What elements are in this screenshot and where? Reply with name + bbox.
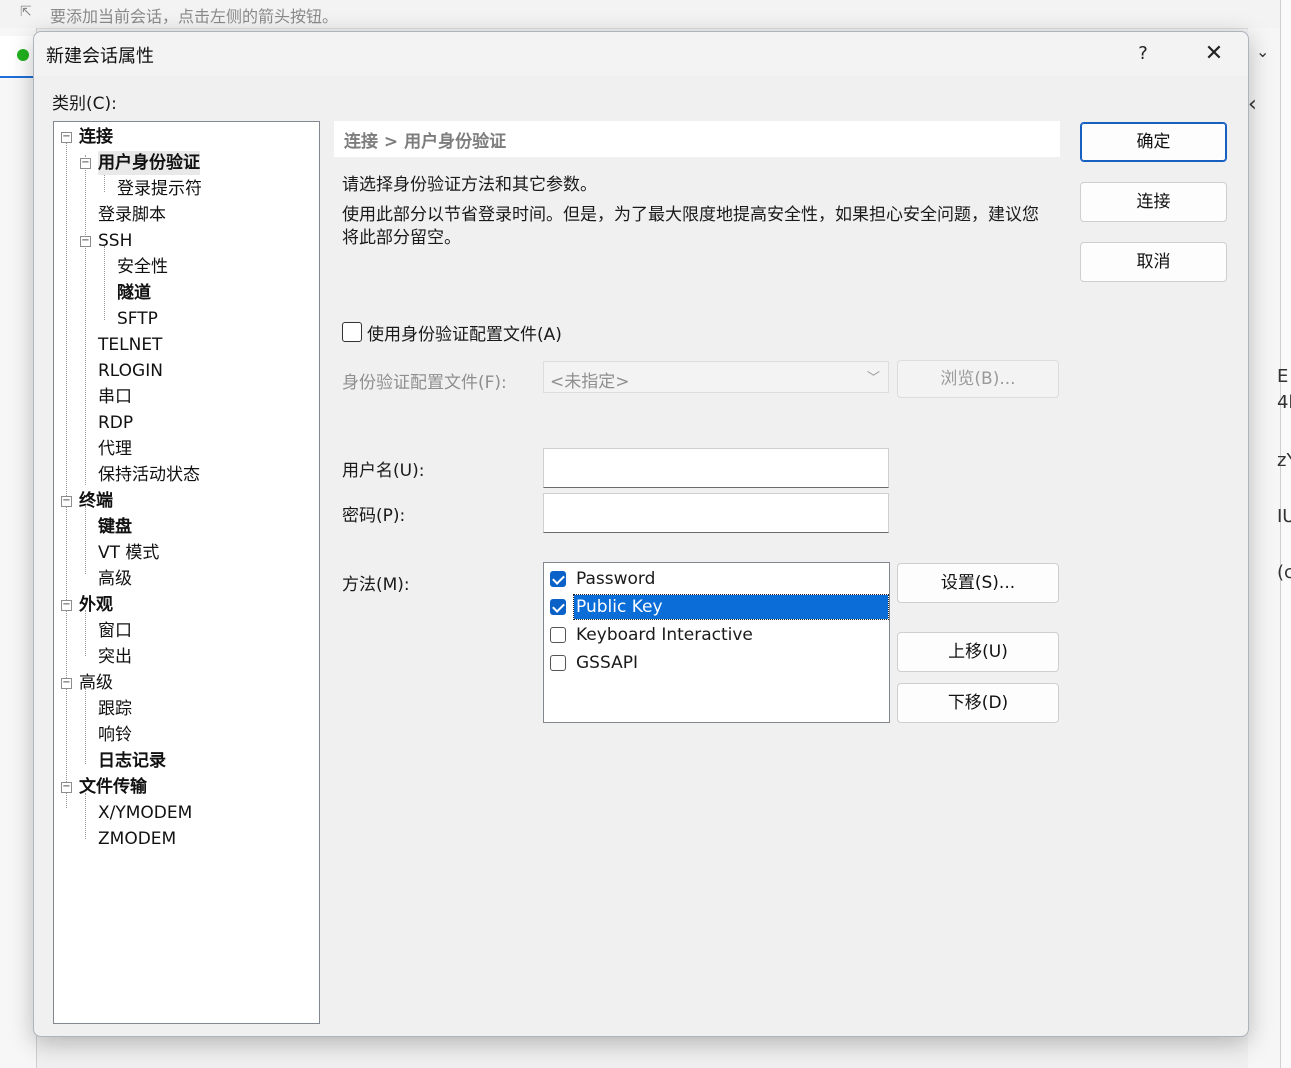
method-label: 方法(M): [342, 575, 410, 595]
cancel-button[interactable]: 取消 [1080, 242, 1227, 282]
method-item-password[interactable]: Password [544, 565, 889, 593]
description-line-1: 请选择身份验证方法和其它参数。 [342, 175, 597, 195]
method-item-label: Public Key [573, 594, 889, 620]
chevron-down-icon: ﹀ [866, 371, 880, 386]
use-auth-profile-checkbox[interactable] [342, 322, 362, 342]
ok-button[interactable]: 确定 [1080, 122, 1227, 162]
collapse-icon[interactable]: − [61, 782, 72, 793]
tree-item-appearance[interactable]: 外观 [79, 593, 113, 617]
chevron-down-icon[interactable]: ⌄ [1256, 42, 1269, 61]
tree-item-zmodem[interactable]: ZMODEM [98, 827, 176, 851]
move-down-button[interactable]: 下移(D) [897, 683, 1059, 723]
add-session-icon[interactable]: ⇱ [20, 4, 38, 22]
collapse-icon[interactable]: − [61, 496, 72, 507]
method-gssapi-checkbox[interactable] [550, 655, 566, 671]
session-hint-bar: ⇱ 要添加当前会话，点击左侧的箭头按钮。 [0, 0, 1280, 29]
collapse-icon[interactable]: − [80, 236, 91, 247]
collapse-icon[interactable]: − [61, 678, 72, 689]
breadcrumb-text: 连接 > 用户身份验证 [344, 132, 507, 152]
session-hint-text: 要添加当前会话，点击左侧的箭头按钮。 [50, 7, 339, 26]
tree-item-proxy[interactable]: 代理 [98, 437, 132, 461]
category-tree[interactable]: − − − − − − − 连接 用户身份验证 登录提示符 登录脚本 SSH 安… [53, 121, 320, 1024]
dialog-title: 新建会话属性 [46, 46, 154, 67]
tree-item-sftp[interactable]: SFTP [117, 307, 158, 331]
use-auth-profile-label[interactable]: 使用身份验证配置文件(A) [367, 320, 562, 345]
password-label: 密码(P): [342, 506, 406, 526]
help-button[interactable]: ? [1126, 38, 1160, 70]
breadcrumb: 连接 > 用户身份验证 [334, 121, 1060, 157]
collapse-icon[interactable]: − [80, 158, 91, 169]
method-item-gssapi[interactable]: GSSAPI [544, 649, 889, 677]
tree-item-security[interactable]: 安全性 [117, 255, 168, 279]
tree-item-user-authentication[interactable]: 用户身份验证 [98, 151, 200, 175]
background-text-fragment: zY [1277, 450, 1291, 471]
collapse-icon[interactable]: − [61, 132, 72, 143]
auth-profile-select: <未指定> ﹀ [543, 361, 889, 393]
method-item-keyboard-interactive[interactable]: Keyboard Interactive [544, 621, 889, 649]
collapse-icon[interactable]: − [61, 600, 72, 611]
tree-item-logging[interactable]: 日志记录 [98, 749, 166, 773]
method-item-public-key[interactable]: Public Key [544, 593, 889, 621]
auth-profile-value: <未指定> [550, 372, 630, 392]
tree-line [85, 793, 86, 839]
background-text-fragment: IU [1277, 506, 1291, 527]
connect-button[interactable]: 连接 [1080, 182, 1227, 222]
background-text-fragment: (c [1277, 562, 1291, 583]
tree-item-serial[interactable]: 串口 [98, 385, 132, 409]
tree-item-ssh[interactable]: SSH [98, 229, 132, 253]
tree-item-rlogin[interactable]: RLOGIN [98, 359, 163, 383]
tree-item-tunneling[interactable]: 隧道 [117, 281, 151, 305]
close-icon[interactable]: ✕ [1194, 38, 1234, 70]
tree-line [104, 246, 105, 320]
background-edge [1280, 0, 1291, 1068]
auth-profile-label: 身份验证配置文件(F): [342, 373, 507, 393]
username-input[interactable] [543, 448, 889, 488]
tree-line [85, 688, 86, 764]
dialog-titlebar[interactable]: 新建会话属性 ? ✕ [34, 32, 1248, 76]
tree-item-vt-mode[interactable]: VT 模式 [98, 541, 159, 565]
method-item-label: Keyboard Interactive [576, 625, 753, 645]
tree-item-keyboard[interactable]: 键盘 [98, 515, 132, 539]
username-label: 用户名(U): [342, 461, 425, 481]
chevron-left-icon[interactable]: ‹ [1248, 92, 1257, 117]
move-up-button[interactable]: 上移(U) [897, 632, 1059, 672]
auth-method-list[interactable]: Password Public Key Keyboard Interactive… [543, 562, 890, 723]
tree-line [85, 155, 86, 485]
password-input[interactable] [543, 493, 889, 533]
tree-item-advanced[interactable]: 高级 [79, 671, 113, 695]
tree-item-terminal[interactable]: 终端 [79, 489, 113, 513]
category-label: 类别(C): [52, 94, 117, 114]
description-line-2: 使用此部分以节省登录时间。但是，为了最大限度地提高安全性，如果担心安全问题，建议… [342, 205, 1039, 248]
new-session-properties-dialog: 新建会话属性 ? ✕ 类别(C): − − − − − − − 连接 用户身份验… [33, 31, 1249, 1037]
background-panel-left [0, 28, 37, 1068]
tree-item-connection[interactable]: 连接 [79, 125, 113, 149]
tree-item-xymodem[interactable]: X/YMODEM [98, 801, 192, 825]
tree-item-file-transfer[interactable]: 文件传输 [79, 775, 147, 799]
tree-item-trace[interactable]: 跟踪 [98, 697, 132, 721]
tree-item-window[interactable]: 窗口 [98, 619, 132, 643]
background-panel-right: ⌄ ‹ [1248, 28, 1281, 1068]
tree-item-telnet[interactable]: TELNET [98, 333, 162, 357]
tree-item-login-script[interactable]: 登录脚本 [98, 203, 166, 227]
background-text-fragment: 4k [1277, 392, 1291, 413]
tree-item-highlight[interactable]: 突出 [98, 645, 132, 669]
method-item-label: GSSAPI [576, 653, 638, 673]
background-text-fragment: E [1277, 366, 1289, 387]
method-item-label: Password [576, 569, 656, 589]
connection-status-icon [17, 49, 29, 61]
method-keyboard-interactive-checkbox[interactable] [550, 627, 566, 643]
method-public-key-checkbox[interactable] [550, 599, 566, 615]
browse-button: 浏览(B)... [897, 360, 1059, 398]
method-password-checkbox[interactable] [550, 571, 566, 587]
method-settings-button[interactable]: 设置(S)... [897, 563, 1059, 603]
tree-item-keep-alive[interactable]: 保持活动状态 [98, 463, 200, 487]
tree-line [85, 506, 86, 574]
tree-item-login-prompts[interactable]: 登录提示符 [117, 177, 202, 201]
tree-item-rdp[interactable]: RDP [98, 411, 133, 435]
tree-item-terminal-advanced[interactable]: 高级 [98, 567, 132, 591]
tree-item-bell[interactable]: 响铃 [98, 723, 132, 747]
tree-line [66, 143, 67, 808]
